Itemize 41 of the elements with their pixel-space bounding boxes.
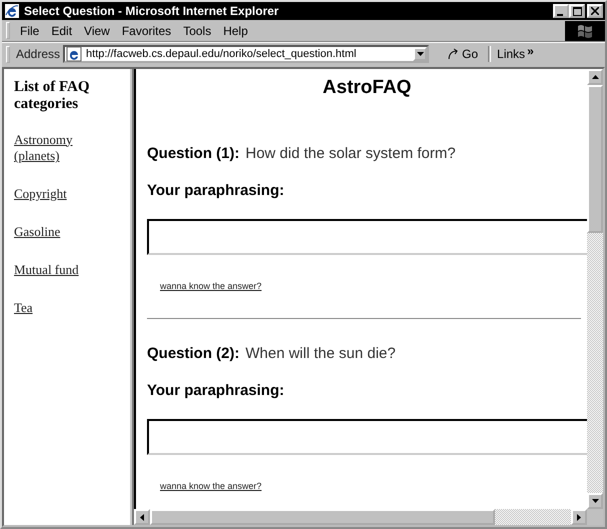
question-text: When will the sun die? <box>246 345 396 362</box>
paraphrase-field[interactable] <box>147 419 587 455</box>
scroll-thumb[interactable] <box>587 85 603 233</box>
question-label: Question (2): <box>147 345 240 362</box>
horizontal-scrollbar[interactable] <box>134 509 587 525</box>
menu-item[interactable]: View <box>80 22 118 40</box>
category-link[interactable]: Tea <box>14 300 33 317</box>
answer-link[interactable]: wanna know the answer? <box>160 481 262 491</box>
go-button[interactable]: Go <box>441 47 484 61</box>
links-button[interactable]: Links <box>495 47 528 61</box>
minimize-button[interactable] <box>553 4 569 18</box>
maximize-icon <box>572 7 582 16</box>
menu-item[interactable]: File <box>16 22 48 40</box>
category-link[interactable]: Mutual fund <box>14 262 79 279</box>
menu-item[interactable]: Favorites <box>118 22 180 40</box>
category-link[interactable]: Copyright <box>14 186 67 204</box>
menu-item[interactable]: Help <box>219 22 256 40</box>
scroll-thumb[interactable] <box>150 509 495 525</box>
more-chevron[interactable]: » <box>527 44 534 58</box>
menu-item[interactable]: Edit <box>47 22 80 40</box>
page-title: AstroFAQ <box>322 77 412 99</box>
prompt-label: Your paraphrasing: <box>147 182 286 199</box>
close-icon <box>591 7 599 15</box>
category-link[interactable]: Astronomy (planets) <box>14 132 104 166</box>
curved-arrow-icon <box>447 48 460 60</box>
maximize-button[interactable] <box>569 4 585 18</box>
paraphrase-field[interactable] <box>147 219 587 255</box>
question-label: Question (1): <box>147 145 240 162</box>
browser-logo-icon <box>4 3 20 19</box>
close-button[interactable] <box>587 4 603 18</box>
answer-link[interactable]: wanna know the answer? <box>160 281 262 291</box>
menu-item[interactable]: Tools <box>179 22 220 40</box>
address-field[interactable]: http://facweb.cs.depaul.edu/noriko/select_question.html <box>63 45 430 63</box>
vertical-scrollbar[interactable] <box>587 69 603 509</box>
question-text: How did the solar system form? <box>246 145 456 162</box>
prompt-label: Your paraphrasing: <box>147 382 286 399</box>
address-label: Address <box>16 47 60 61</box>
sidebar-heading: List of FAQ categories <box>14 79 91 114</box>
category-link[interactable]: Gasoline <box>14 224 60 242</box>
page-icon <box>66 46 82 62</box>
window-title: Select Question - Microsoft Internet Explorer <box>24 4 280 18</box>
